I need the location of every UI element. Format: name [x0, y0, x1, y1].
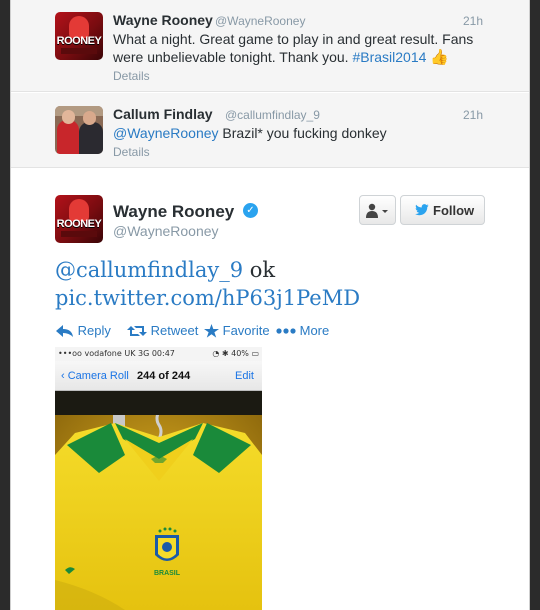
tweet-text: @WayneRooney Brazil* you fucking donkey	[113, 124, 513, 142]
avatar-person	[57, 120, 79, 154]
avatar-band	[61, 48, 97, 54]
tweet-author-name[interactable]: Callum Findlay	[113, 106, 213, 122]
tweet-row[interactable]: Callum Findlay @callumfindlay_9 21h @Way…	[11, 93, 529, 168]
person-dropdown-icon	[366, 203, 388, 218]
edit-label: Edit	[235, 370, 254, 382]
retweet-button[interactable]: Retweet	[127, 323, 198, 338]
avatar-label: ROONEY	[56, 218, 102, 230]
photo-dark-band	[55, 391, 262, 415]
ios-nav-bar: ‹ Camera Roll 244 of 244 Edit	[55, 361, 262, 391]
mention-link[interactable]: @callumfindlay_9	[55, 258, 243, 282]
shirt-lettering: BRASIL	[154, 570, 181, 577]
tweet-text: What a night. Great game to play in and …	[113, 30, 513, 66]
details-link[interactable]: Details	[113, 69, 150, 83]
twitter-frame: ROONEY Wayne Rooney @WayneRooney 21h Wha…	[10, 0, 530, 610]
reply-label: Reply	[77, 323, 111, 338]
main-tweet-line: @callumfindlay_9 ok	[55, 256, 495, 284]
tweet-text-line: What a night. Great game to play in and …	[113, 31, 474, 47]
tweet-time[interactable]: 21h	[463, 14, 483, 28]
reply-button[interactable]: Reply	[56, 323, 111, 338]
main-author-name[interactable]: Wayne Rooney	[113, 202, 234, 222]
avatar[interactable]	[55, 106, 103, 154]
more-dots-icon	[276, 328, 296, 334]
avatar-band	[61, 231, 97, 237]
follow-label: Follow	[433, 203, 475, 218]
verified-icon: ✓	[243, 203, 258, 218]
avatar-person	[79, 122, 103, 154]
avatar-head	[83, 111, 96, 125]
hashtag-link[interactable]: #Brasil2014	[352, 49, 426, 65]
retweet-icon	[127, 326, 147, 336]
retweet-label: Retweet	[150, 323, 199, 338]
tweet-text-line: were unbelievable tonight. Thank you. #B…	[113, 48, 513, 66]
main-tweet-plain: ok	[243, 258, 276, 282]
thumbs-up-icon: 👍	[430, 48, 449, 66]
status-left: •••oo vodafone UK 3G 00:47	[58, 349, 175, 358]
avatar-head	[62, 110, 75, 124]
avatar[interactable]: ROONEY	[55, 195, 103, 243]
details-link[interactable]: Details	[113, 145, 150, 159]
mention-link[interactable]: @WayneRooney	[113, 125, 219, 141]
tweet-time[interactable]: 21h	[463, 108, 483, 122]
more-button[interactable]: More	[276, 323, 329, 338]
reply-icon	[56, 325, 73, 337]
ios-status-bar: •••oo vodafone UK 3G 00:47 ◔ ✱ 40% ▭	[55, 347, 262, 361]
main-tweet-line: pic.twitter.com/hP63j1PeMD	[55, 284, 495, 312]
tweet-author-handle[interactable]: @callumfindlay_9	[225, 108, 320, 122]
attached-photo[interactable]: •••oo vodafone UK 3G 00:47 ◔ ✱ 40% ▭ ‹ C…	[55, 347, 262, 610]
tweet-author-handle[interactable]: @WayneRooney	[215, 14, 305, 28]
tweet-row[interactable]: ROONEY Wayne Rooney @WayneRooney 21h Wha…	[11, 0, 529, 92]
favorite-label: Favorite	[222, 323, 270, 338]
tweet-text-plain: were unbelievable tonight. Thank you.	[113, 49, 353, 65]
main-tweet-text: @callumfindlay_9 ok pic.twitter.com/hP63…	[55, 256, 495, 312]
more-label: More	[299, 323, 330, 338]
pic-link[interactable]: pic.twitter.com/hP63j1PeMD	[55, 286, 360, 310]
user-actions-button[interactable]	[359, 195, 396, 225]
avatar-label: ROONEY	[56, 35, 102, 47]
status-right: ◔ ✱ 40% ▭	[212, 349, 259, 358]
brazil-shirt-image: BRASIL	[55, 415, 262, 610]
avatar[interactable]: ROONEY	[55, 12, 103, 60]
star-icon	[204, 324, 219, 338]
favorite-button[interactable]: Favorite	[204, 323, 270, 338]
twitter-bird-icon	[415, 204, 429, 216]
tweet-author-name[interactable]: Wayne Rooney	[113, 12, 213, 28]
follow-button[interactable]: Follow	[400, 195, 485, 225]
main-author-handle[interactable]: @WayneRooney	[113, 223, 219, 239]
tweet-text-plain: Brazil* you fucking donkey	[218, 125, 387, 141]
photo-count: 244 of 244	[137, 370, 191, 382]
camera-roll-label: Camera Roll	[67, 370, 129, 382]
camera-roll-back: ‹ Camera Roll	[61, 370, 129, 382]
